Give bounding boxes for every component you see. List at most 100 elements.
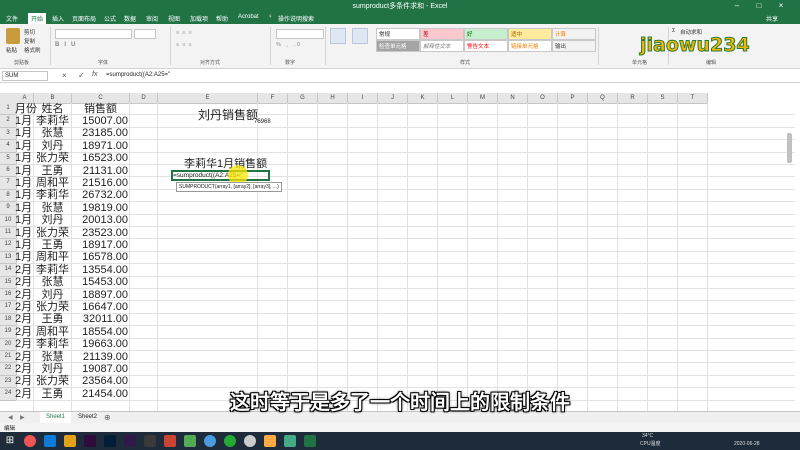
column-header[interactable]: H xyxy=(318,93,348,104)
tab-acrobat[interactable]: Acrobat xyxy=(238,14,259,20)
cell-sales[interactable]: 21516.00 xyxy=(73,177,128,189)
cell-name[interactable]: 王勇 xyxy=(35,239,70,251)
header-cell-month[interactable]: 月份 xyxy=(15,103,37,115)
cell-sales[interactable]: 19663.00 xyxy=(73,338,128,350)
tab-home[interactable]: 开始 xyxy=(28,13,47,24)
cell-name[interactable]: 张力荣 xyxy=(35,152,70,164)
app6-icon[interactable] xyxy=(224,435,236,447)
tab-review[interactable]: 审阅 xyxy=(146,14,158,23)
sheet-scroll-left-icon[interactable]: ◀ xyxy=(8,414,13,421)
maximize-icon[interactable]: □ xyxy=(752,0,766,12)
cell-sales[interactable]: 15007.00 xyxy=(73,115,128,127)
column-header[interactable]: T xyxy=(678,93,708,104)
cell-name[interactable]: 张力荣 xyxy=(35,301,70,313)
column-header[interactable]: F xyxy=(258,93,288,104)
style-good[interactable]: 好 xyxy=(464,28,508,40)
result-liudan[interactable]: 76968 xyxy=(254,119,271,125)
number-format-buttons[interactable]: % , .0 xyxy=(276,42,302,48)
cell-name[interactable]: 张慧 xyxy=(35,351,70,363)
windows-start-icon[interactable]: ⊞ xyxy=(4,435,16,447)
cell-sales[interactable]: 23523.00 xyxy=(73,227,128,239)
cell-sales[interactable]: 18554.00 xyxy=(73,326,128,338)
cell-sales[interactable]: 19819.00 xyxy=(73,202,128,214)
cell-sales[interactable]: 19087.00 xyxy=(73,363,128,375)
cell-sales[interactable]: 18971.00 xyxy=(73,140,128,152)
cell-sales[interactable]: 18897.00 xyxy=(73,289,128,301)
cell-name[interactable]: 李莉华 xyxy=(35,189,70,201)
fx-icon[interactable]: fx xyxy=(92,71,97,78)
column-header[interactable]: P xyxy=(558,93,588,104)
cell-sales[interactable]: 26732.00 xyxy=(73,189,128,201)
cell-month[interactable]: 1月 xyxy=(15,227,32,239)
photoshop-icon[interactable] xyxy=(104,435,116,447)
format-table-icon[interactable] xyxy=(352,28,368,44)
close-icon[interactable]: × xyxy=(774,0,788,12)
tab-formulas[interactable]: 公式 xyxy=(104,14,116,23)
cell-name[interactable]: 李莉华 xyxy=(35,264,70,276)
cell-name[interactable]: 刘丹 xyxy=(35,140,70,152)
copy-button[interactable]: 复制 xyxy=(24,37,35,45)
cell-name[interactable]: 张慧 xyxy=(35,202,70,214)
cell-sales[interactable]: 32011.00 xyxy=(73,313,128,325)
style-neutral[interactable]: 适中 xyxy=(508,28,552,40)
app2-icon[interactable] xyxy=(144,435,156,447)
header-cell-name[interactable]: 姓名 xyxy=(35,103,70,115)
excel-icon[interactable] xyxy=(304,435,316,447)
column-header[interactable]: Q xyxy=(588,93,618,104)
cell-name[interactable]: 刘丹 xyxy=(35,289,70,301)
cell-month[interactable]: 2月 xyxy=(15,363,32,375)
cell-sales[interactable]: 23185.00 xyxy=(73,127,128,139)
sheet-scroll-right-icon[interactable]: ▶ xyxy=(20,414,25,421)
cell-sales[interactable]: 20013.00 xyxy=(73,214,128,226)
app7-icon[interactable] xyxy=(264,435,276,447)
cell-sales[interactable]: 16523.00 xyxy=(73,152,128,164)
cell-name[interactable]: 李莉华 xyxy=(35,115,70,127)
cell-name[interactable]: 周和平 xyxy=(35,326,70,338)
name-box[interactable]: SUM xyxy=(2,71,48,81)
font-name-select[interactable] xyxy=(55,29,132,39)
cell-name[interactable]: 周和平 xyxy=(35,177,70,189)
tab-page-layout[interactable]: 页面布局 xyxy=(72,14,96,23)
app8-icon[interactable] xyxy=(284,435,296,447)
conditional-format-icon[interactable] xyxy=(330,28,346,44)
cancel-icon[interactable]: × xyxy=(62,71,67,80)
number-format-select[interactable] xyxy=(276,29,324,39)
style-calculation[interactable]: 计算 xyxy=(552,28,596,40)
cell-month[interactable]: 2月 xyxy=(15,338,32,350)
tab-data[interactable]: 数据 xyxy=(124,14,136,23)
column-header[interactable]: L xyxy=(438,93,468,104)
font-style-buttons[interactable]: BIU xyxy=(55,42,80,48)
cell-sales[interactable]: 21131.00 xyxy=(73,165,128,177)
cell-name[interactable]: 张力荣 xyxy=(35,227,70,239)
premiere-icon[interactable] xyxy=(84,435,96,447)
tab-help[interactable]: 帮助 xyxy=(216,14,228,23)
cell-month[interactable]: 2月 xyxy=(15,289,32,301)
cell-month[interactable]: 1月 xyxy=(15,239,32,251)
cell-sales[interactable]: 18917.00 xyxy=(73,239,128,251)
cell-sales[interactable]: 13554.00 xyxy=(73,264,128,276)
cell-month[interactable]: 2月 xyxy=(15,264,32,276)
folder-icon[interactable] xyxy=(64,435,76,447)
cell-month[interactable]: 1月 xyxy=(15,202,32,214)
style-bad[interactable]: 差 xyxy=(420,28,464,40)
cell-name[interactable]: 王勇 xyxy=(35,313,70,325)
column-header[interactable]: D xyxy=(130,93,158,104)
share-button[interactable]: 共享 xyxy=(766,14,778,23)
paste-button[interactable]: 粘贴 xyxy=(6,46,17,54)
cell-month[interactable]: 1月 xyxy=(15,251,32,263)
column-header[interactable]: G xyxy=(288,93,318,104)
app3-icon[interactable] xyxy=(164,435,176,447)
header-cell-sales[interactable]: 销售额 xyxy=(73,103,128,115)
vertical-scrollbar[interactable] xyxy=(787,133,792,163)
paste-icon[interactable] xyxy=(6,28,20,44)
cell-month[interactable]: 2月 xyxy=(15,301,32,313)
after-effects-icon[interactable] xyxy=(124,435,136,447)
cut-button[interactable]: 剪切 xyxy=(24,28,35,36)
style-normal[interactable]: 常规 xyxy=(376,28,420,40)
column-header[interactable]: J xyxy=(378,93,408,104)
tab-insert[interactable]: 插入 xyxy=(52,14,64,23)
column-header[interactable]: N xyxy=(498,93,528,104)
cell-sales[interactable]: 16578.00 xyxy=(73,251,128,263)
cell-sales[interactable]: 15453.00 xyxy=(73,276,128,288)
column-header[interactable]: R xyxy=(618,93,648,104)
